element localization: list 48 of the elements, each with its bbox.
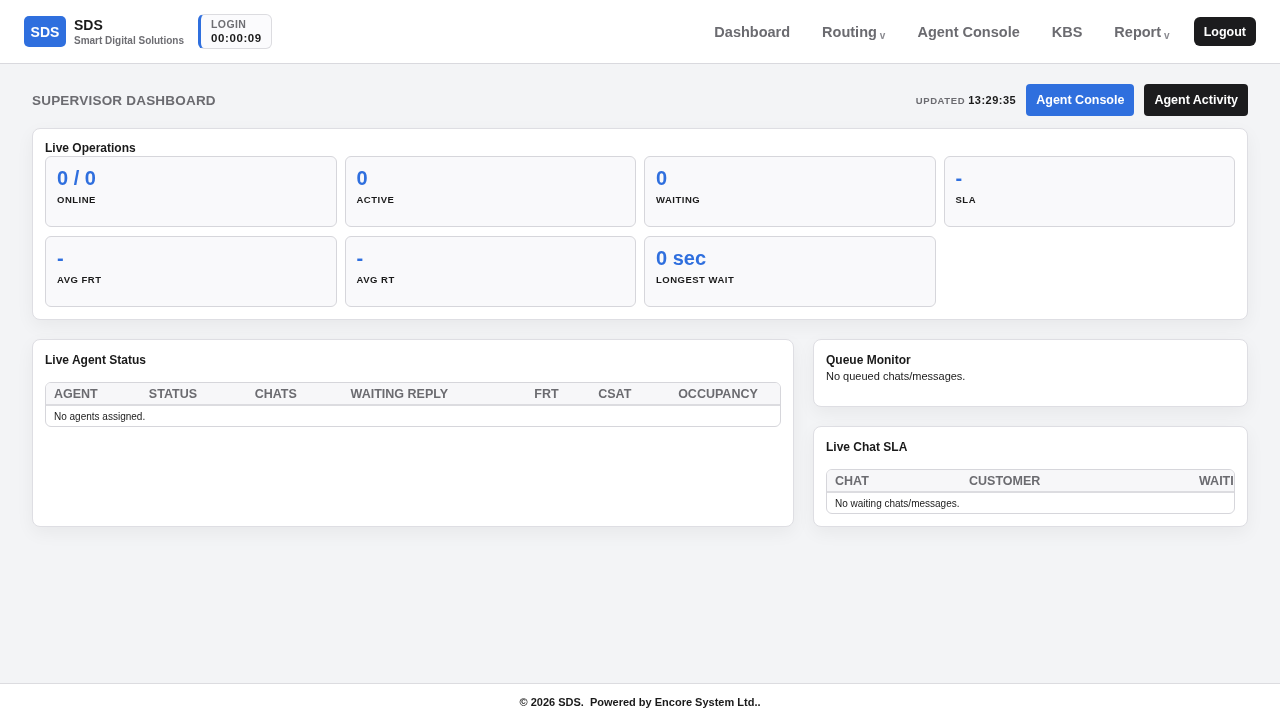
column-header: CSAT	[597, 386, 633, 401]
nav-link[interactable]: KBS	[1051, 23, 1083, 40]
column-header: WAITI	[1198, 473, 1234, 488]
metric-value: 0	[656, 166, 669, 190]
brand-name: SDS	[74, 16, 104, 34]
metric-label: WAITING	[656, 194, 702, 206]
column-header: WAITING REPLY	[349, 386, 450, 401]
column-header: STATUS	[147, 386, 198, 401]
card-title: Live Chat SLA	[826, 440, 909, 455]
column-header: AGENT	[53, 386, 99, 401]
column-header: OCCUPANCY	[677, 386, 759, 401]
metric-label: SLA	[955, 194, 977, 206]
login-time: 00:00:09	[211, 31, 262, 45]
metric-label: LONGEST WAIT	[656, 274, 736, 286]
metric-value: -	[356, 246, 365, 270]
updated-label: UPDATED	[915, 94, 966, 106]
brand-tagline: Smart Digital Solutions	[74, 33, 184, 47]
card-title: Live Operations	[45, 141, 137, 156]
empty-message: No waiting chats/messages.	[835, 497, 960, 509]
action-button[interactable]: Agent Activity	[1144, 84, 1248, 116]
column-header: CHATS	[253, 386, 298, 401]
logo-mark: SDS	[24, 16, 66, 47]
metric-label: ONLINE	[57, 194, 97, 206]
updated-time: 13:29:35	[968, 94, 1017, 106]
logout-button[interactable]: Logout	[1193, 17, 1256, 46]
login-label: LOGIN	[211, 18, 248, 31]
nav-link[interactable]: Report v	[1114, 23, 1170, 40]
page-title: SUPERVISOR DASHBOARD	[32, 92, 216, 108]
metric-label: ACTIVE	[356, 194, 396, 206]
card-title: Live Agent Status	[45, 353, 147, 368]
metric-value: -	[57, 246, 65, 270]
column-header: CUSTOMER	[968, 473, 1042, 488]
column-header: CHAT	[834, 473, 870, 488]
metric-label: AVG FRT	[57, 274, 103, 286]
nav-link[interactable]: Dashboard	[714, 23, 791, 40]
metric-value: 0 / 0	[57, 166, 97, 190]
column-header: FRT	[533, 386, 560, 401]
metric-value: 0	[356, 166, 369, 190]
metric-label: AVG RT	[356, 274, 396, 286]
empty-message: No agents assigned.	[54, 410, 146, 422]
metric-value: -	[955, 166, 964, 190]
metric-value: 0 sec	[656, 246, 708, 270]
queue-message: No queued chats/messages.	[826, 369, 967, 383]
nav-link[interactable]: Agent Console	[917, 23, 1020, 40]
action-button[interactable]: Agent Console	[1026, 84, 1135, 116]
card-title: Queue Monitor	[826, 353, 912, 368]
footer-text: © 2026 SDS. Powered by Encore System Ltd..	[519, 696, 761, 708]
nav-link[interactable]: Routing v	[822, 23, 886, 40]
